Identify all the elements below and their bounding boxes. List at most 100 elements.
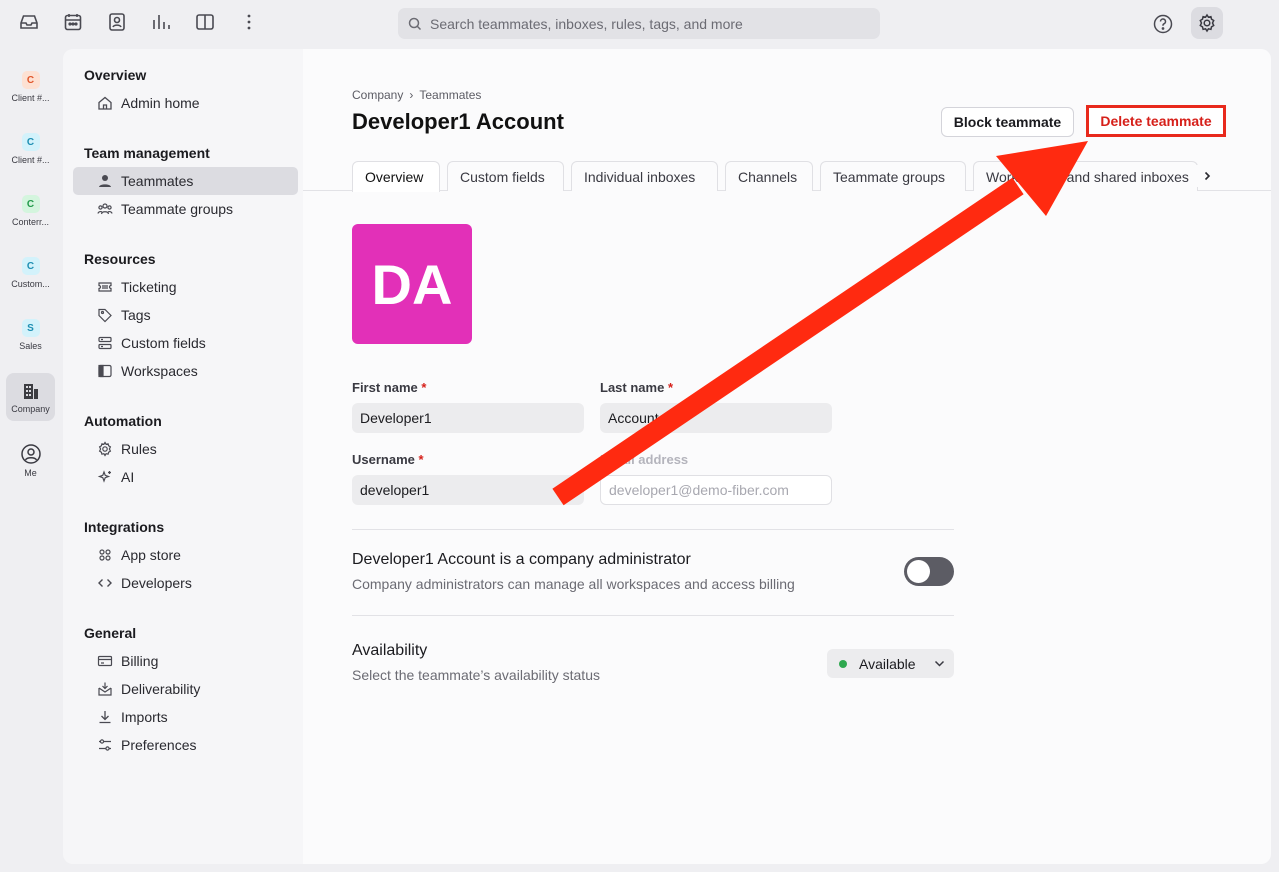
workspace-badge: S [21, 319, 40, 337]
breadcrumb-company[interactable]: Company [352, 88, 403, 102]
analytics-icon[interactable] [150, 11, 172, 33]
sidebar-item-imports[interactable]: Imports [73, 703, 298, 731]
sidebar-item-preferences[interactable]: Preferences [73, 731, 298, 759]
workspace-custom[interactable]: C Custom... [6, 248, 55, 296]
sidebar-item-label: Rules [121, 441, 157, 457]
status-dot-icon [839, 659, 847, 668]
rules-gear-icon [98, 441, 112, 457]
tab-individual-inboxes[interactable]: Individual inboxes [571, 161, 718, 191]
home-icon [98, 96, 112, 110]
sidebar-item-teammates[interactable]: Teammates [73, 167, 298, 195]
workspace-client-2[interactable]: C Client #... [6, 124, 55, 172]
sidebar-item-ticketing[interactable]: Ticketing [73, 273, 298, 301]
availability-subtitle: Select the teammate’s availability statu… [352, 667, 600, 683]
sidebar-item-ai[interactable]: AI [73, 463, 298, 491]
search-placeholder: Search teammates, inboxes, rules, tags, … [430, 15, 743, 32]
label-text: First name [352, 380, 418, 395]
workspace-conterr[interactable]: C Conterr... [6, 186, 55, 234]
chevron-down-icon [934, 660, 945, 667]
workspace-label: Sales [19, 341, 42, 351]
tab-overview[interactable]: Overview [352, 161, 440, 192]
workspace-label: Conterr... [11, 217, 49, 227]
sidebar-item-label: Teammate groups [121, 201, 234, 217]
person-icon [99, 175, 111, 187]
last-name-field[interactable]: Account [600, 403, 832, 433]
credit-card-icon [97, 655, 113, 667]
sidebar-item-rules[interactable]: Rules [73, 435, 298, 463]
email-label: Email address [600, 452, 689, 467]
workspace-label: Custom... [11, 279, 50, 289]
contacts-icon[interactable] [106, 11, 128, 33]
sidebar-item-label: Admin home [121, 95, 200, 111]
rail-label: Company [11, 404, 50, 414]
sidebar-item-tags[interactable]: Tags [73, 301, 298, 329]
toggle-knob [907, 560, 930, 583]
tab-teammate-groups[interactable]: Teammate groups [820, 161, 966, 191]
availability-select[interactable]: Available [827, 649, 954, 678]
help-icon[interactable] [1151, 12, 1175, 36]
sidebar-item-label: Imports [121, 709, 168, 725]
search-icon [408, 17, 422, 30]
sidebar-item-admin-home[interactable]: Admin home [73, 89, 298, 117]
ticket-icon [98, 282, 112, 292]
workspace-badge: C [21, 257, 40, 275]
sidebar-item-custom-fields[interactable]: Custom fields [73, 329, 298, 357]
rail-me[interactable]: Me [6, 435, 55, 483]
rail-label: Me [24, 468, 37, 478]
first-name-label: First name * [352, 380, 426, 395]
block-teammate-button[interactable]: Block teammate [941, 107, 1074, 137]
tab-custom-fields[interactable]: Custom fields [447, 161, 564, 191]
settings-sidebar: Overview Admin home Team management Team… [63, 49, 303, 864]
sidebar-item-teammate-groups[interactable]: Teammate groups [73, 195, 298, 223]
sidebar-item-workspaces[interactable]: Workspaces [73, 357, 298, 385]
required-mark: * [667, 380, 673, 395]
section-title-resources: Resources [84, 251, 156, 267]
settings-gear-icon[interactable] [1191, 7, 1223, 39]
breadcrumb-separator: › [409, 88, 414, 102]
custom-fields-icon [98, 336, 112, 350]
divider [352, 615, 954, 616]
availability-title: Availability [352, 642, 428, 659]
username-field[interactable]: developer1 [352, 475, 584, 505]
tab-workspaces-shared-inboxes[interactable]: Workspaces and shared inboxes [973, 161, 1198, 191]
admin-toggle[interactable] [904, 557, 954, 586]
sidebar-item-label: Ticketing [121, 279, 177, 295]
more-icon[interactable] [238, 11, 260, 33]
sidebar-item-label: App store [121, 547, 181, 563]
workspace-icon [98, 364, 112, 378]
download-icon [99, 711, 111, 724]
sidebar-item-billing[interactable]: Billing [73, 647, 298, 675]
sparkle-icon [97, 470, 111, 483]
sidebar-item-label: Workspaces [121, 363, 198, 379]
workspace-label: Client #... [11, 93, 50, 103]
workspace-client-1[interactable]: C Client #... [6, 62, 55, 110]
knowledge-base-icon[interactable] [194, 11, 216, 33]
sidebar-item-deliverability[interactable]: Deliverability [73, 675, 298, 703]
first-name-field[interactable]: Developer1 [352, 403, 584, 433]
teammate-avatar[interactable]: DA [352, 224, 472, 344]
section-title-general: General [84, 625, 137, 641]
inbox-icon[interactable] [18, 11, 40, 33]
sidebar-item-label: Preferences [121, 737, 197, 753]
search-input[interactable]: Search teammates, inboxes, rules, tags, … [398, 8, 880, 39]
rail-company[interactable]: Company [6, 373, 55, 421]
label-text: Username [352, 452, 415, 467]
tab-channels[interactable]: Channels [725, 161, 813, 191]
sidebar-item-label: Billing [121, 653, 159, 669]
sidebar-item-developers[interactable]: Developers [73, 569, 298, 597]
workspace-badge: C [21, 71, 40, 89]
tab-scroll-right-icon[interactable] [1196, 165, 1218, 187]
breadcrumb-teammates[interactable]: Teammates [419, 88, 481, 102]
sidebar-item-label: Deliverability [121, 681, 201, 697]
section-title-overview: Overview [84, 67, 147, 83]
tab-bar: Overview Custom fields Individual inboxe… [303, 161, 1271, 192]
calendar-icon[interactable] [62, 11, 84, 33]
workspace-sales[interactable]: S Sales [6, 310, 55, 358]
breadcrumb: Company › Teammates [352, 88, 481, 102]
label-text: Last name [600, 380, 665, 395]
sidebar-item-app-store[interactable]: App store [73, 541, 298, 569]
section-title-team-management: Team management [84, 145, 210, 161]
delete-teammate-button[interactable]: Delete teammate [1086, 105, 1226, 137]
section-title-automation: Automation [84, 413, 162, 429]
availability-value: Available [859, 655, 916, 672]
